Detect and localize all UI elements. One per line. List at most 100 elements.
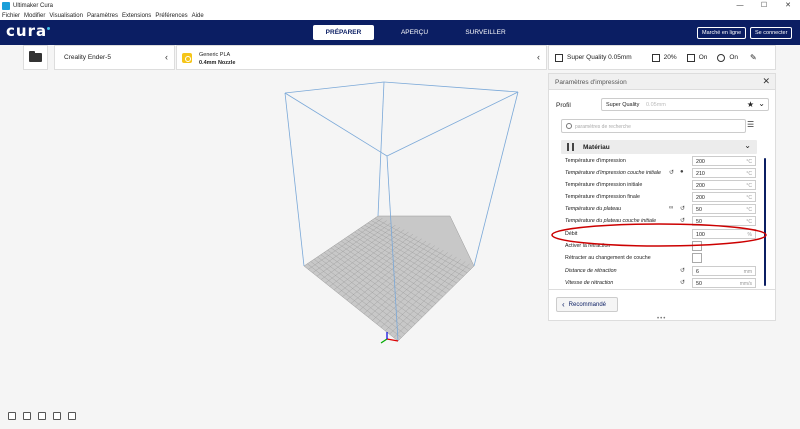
search-placeholder: paramètres de recherche [575, 124, 631, 130]
setting-value: 210 [696, 170, 705, 177]
menu-aide[interactable]: Aide [192, 13, 204, 19]
setting-row: Température d'impression couche initiale… [561, 167, 757, 179]
view-3d-button[interactable] [8, 412, 16, 420]
setting-unit: °C [746, 206, 752, 213]
maximize-button[interactable]: ☐ [752, 0, 776, 11]
chevron-down-icon: ⌄ [758, 99, 765, 108]
view-right-button[interactable] [68, 412, 76, 420]
profile-summary: Super Quality 0.05mm [555, 53, 632, 62]
nozzle-name: 0.4mm Nozzle [199, 60, 236, 66]
layers-icon [555, 53, 563, 62]
reset-icon[interactable]: ↺ [680, 279, 685, 286]
adhesion-icon [717, 53, 726, 62]
setting-row: Rétracter au changement de couche [561, 252, 757, 264]
setting-label: Température d'impression couche initiale [565, 170, 661, 176]
machine-name: Creality Ender-5 [64, 54, 111, 61]
info-icon[interactable]: ● [680, 169, 684, 175]
setting-unit: mm/s [739, 280, 752, 287]
profile-detail: 0.05mm [646, 102, 666, 108]
setting-input[interactable]: 50 mm/s [692, 278, 756, 288]
setting-label: Température du plateau [565, 206, 622, 212]
resize-handle[interactable]: ••• [657, 316, 666, 322]
menu-fichier[interactable]: Fichier [2, 13, 20, 19]
cura-app-icon [2, 1, 10, 10]
profile-summary-label: Super Quality 0.05mm [567, 54, 632, 61]
close-panel-icon[interactable]: ✕ [762, 76, 770, 87]
setting-label: Rétracter au changement de couche [565, 255, 651, 261]
material-name: Generic PLA [199, 52, 231, 58]
setting-label: Vitesse de rétraction [565, 280, 614, 286]
support-value: On [698, 54, 708, 61]
build-plate-grid [303, 215, 475, 342]
setting-row: Température d'impression 200 °C [561, 155, 757, 167]
setting-input[interactable]: 210 °C [692, 168, 756, 178]
setting-value: 200 [696, 194, 705, 201]
setting-unit: °C [746, 182, 752, 189]
pencil-icon[interactable]: ✎ [750, 53, 757, 62]
menu-parametres[interactable]: Paramètres [87, 13, 118, 19]
title-bar: Ultimaker Cura — ☐ ✕ [0, 0, 800, 11]
tab-prepare[interactable]: PRÉPARER [313, 25, 374, 40]
signin-button[interactable]: Se connecter [750, 27, 793, 39]
minimize-button[interactable]: — [728, 0, 752, 11]
menu-bar: Fichier Modifier Visualisation Paramètre… [0, 11, 800, 20]
menu-preferences[interactable]: Préférences [155, 13, 187, 19]
menu-visualisation[interactable]: Visualisation [49, 13, 83, 19]
reset-icon[interactable]: ↺ [680, 267, 685, 274]
settings-menu-icon[interactable]: ☰ [747, 121, 754, 129]
setting-input[interactable]: 50 °C [692, 204, 756, 214]
tab-monitor[interactable]: SURVEILLER [455, 25, 516, 40]
setting-unit: °C [746, 194, 752, 201]
close-window-button[interactable]: ✕ [776, 0, 800, 11]
reset-icon[interactable]: ↺ [680, 205, 685, 212]
setting-input[interactable]: 200 °C [692, 192, 756, 202]
star-icon[interactable]: ★ [747, 100, 754, 109]
panel-header: Paramètres d'impression ✕ [549, 74, 775, 90]
open-file-button[interactable] [23, 45, 48, 70]
reset-icon[interactable]: ↺ [669, 169, 674, 176]
view-orientation-buttons [8, 412, 83, 420]
setting-row: Température d'impression finale 200 °C [561, 191, 757, 203]
divider [549, 289, 775, 290]
view-front-button[interactable] [23, 412, 31, 420]
window-controls: — ☐ ✕ [728, 0, 800, 11]
setting-row: Température d'impression initiale 200 °C [561, 179, 757, 191]
setting-value: 50 [696, 280, 702, 287]
menu-modifier[interactable]: Modifier [24, 13, 45, 19]
support-summary: On [686, 53, 708, 62]
setting-unit: °C [746, 158, 752, 165]
chevron-left-icon: ‹ [537, 52, 540, 62]
marketplace-button[interactable]: Marché en ligne [697, 27, 747, 39]
recommended-button[interactable]: ‹ Recommandé [556, 297, 618, 312]
tab-preview[interactable]: APERÇU [384, 25, 445, 40]
profile-dropdown[interactable]: Super Quality 0.05mm ★ ⌄ [601, 98, 769, 111]
setting-input[interactable]: 200 °C [692, 156, 756, 166]
infill-summary: 20% [651, 53, 677, 62]
view-left-button[interactable] [53, 412, 61, 420]
chevron-left-icon: ‹ [562, 300, 565, 309]
category-material[interactable]: Matériau ⌄ [561, 140, 757, 154]
print-settings-summary[interactable]: Super Quality 0.05mm 20% On On ✎ [548, 45, 776, 70]
machine-selector[interactable]: Creality Ender-5 ‹ [54, 45, 175, 70]
material-selector[interactable]: Generic PLA 0.4mm Nozzle ‹ [176, 45, 547, 70]
infill-icon [651, 53, 660, 62]
setting-row: Distance de rétraction ↺ 6 mm [561, 265, 757, 277]
profile-label: Profil [556, 102, 571, 109]
chevron-left-icon: ‹ [165, 52, 168, 62]
highlight-ellipse [551, 223, 767, 247]
setting-row: Vitesse de rétraction ↺ 50 mm/s [561, 277, 757, 289]
menu-extensions[interactable]: Extensions [122, 13, 151, 19]
setting-unit: °C [746, 170, 752, 177]
retract-layer-change-checkbox[interactable] [692, 253, 702, 263]
setting-label: Température d'impression [565, 158, 626, 164]
view-top-button[interactable] [38, 412, 46, 420]
material-category-icon [567, 143, 574, 151]
setting-label: Température d'impression initiale [565, 182, 643, 188]
settings-search-input[interactable]: paramètres de recherche [561, 119, 746, 133]
stage-tabs: PRÉPARER APERÇU SURVEILLER [313, 25, 526, 40]
adhesion-summary: On [717, 53, 738, 62]
infill-value: 20% [663, 54, 677, 61]
setting-input[interactable]: 200 °C [692, 180, 756, 190]
setting-input[interactable]: 6 mm [692, 266, 756, 276]
folder-icon [29, 51, 42, 62]
